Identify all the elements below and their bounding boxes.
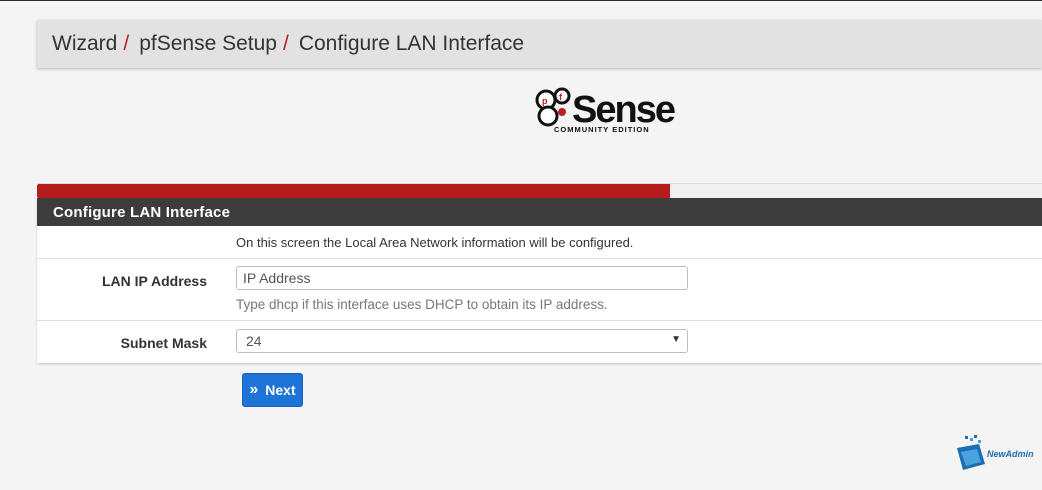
breadcrumb-item-wizard[interactable]: Wizard — [52, 32, 117, 56]
lan-ip-label: LAN IP Address — [101, 273, 207, 289]
svg-text:p: p — [542, 96, 548, 106]
subnet-mask-label: Subnet Mask — [120, 335, 207, 351]
breadcrumb: Wizard / pfSense Setup / Configure LAN I… — [37, 20, 1042, 68]
breadcrumb-separator: / — [123, 32, 130, 55]
wizard-progress-fill — [37, 184, 671, 198]
svg-text:COMMUNITY EDITION: COMMUNITY EDITION — [554, 125, 650, 134]
subnet-row: Subnet Mask 24 ▼ — [37, 321, 1042, 363]
double-chevron-right-icon: » — [249, 381, 259, 398]
wizard-progress-bar — [37, 183, 1042, 198]
panel-title: Configure LAN Interface — [37, 198, 1042, 226]
pfsense-logo: p f Sense COMMUNITY EDITION — [532, 86, 692, 136]
intro-text: On this screen the Local Area Network in… — [236, 235, 634, 250]
svg-text:NewAdmin: NewAdmin — [987, 449, 1034, 459]
newadmin-logo-graphic: NewAdmin — [957, 435, 1034, 470]
subnet-mask-value: 24 — [246, 333, 262, 349]
lan-ip-help-text: Type dhcp if this interface uses DHCP to… — [236, 297, 608, 312]
lan-ip-input[interactable] — [236, 266, 688, 290]
breadcrumb-separator: / — [282, 32, 289, 55]
next-button-label: Next — [265, 382, 296, 398]
dropdown-arrow-icon: ▼ — [671, 334, 681, 345]
pfsense-logo-graphic: p f Sense COMMUNITY EDITION — [535, 87, 677, 134]
breadcrumb-item-pfsense-setup[interactable]: pfSense Setup — [139, 32, 277, 56]
lan-ip-row: LAN IP Address Type dhcp if this interfa… — [37, 259, 1042, 321]
subnet-mask-select[interactable]: 24 ▼ — [236, 329, 688, 353]
breadcrumb-item-current: Configure LAN Interface — [298, 32, 525, 55]
window-top-border — [0, 0, 1042, 1]
configure-lan-panel: Configure LAN Interface On this screen t… — [37, 198, 1042, 363]
newadmin-watermark: NewAdmin — [955, 434, 1040, 472]
next-button[interactable]: » Next — [242, 373, 303, 407]
intro-row: On this screen the Local Area Network in… — [37, 226, 1042, 259]
